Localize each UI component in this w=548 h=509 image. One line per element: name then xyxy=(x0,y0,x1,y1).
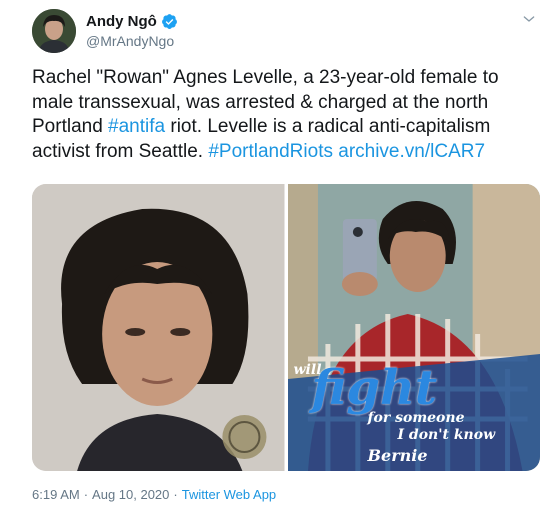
author-handle[interactable]: @MrAndyNgo xyxy=(86,33,174,49)
tweet-meta: 6:19 AM · Aug 10, 2020 · Twitter Web App xyxy=(32,487,276,502)
avatar[interactable] xyxy=(32,9,76,53)
tweet-text: Rachel "Rowan" Agnes Levelle, a 23-year-… xyxy=(32,66,538,164)
tweet: Andy Ngô @MrAndyNgo Rachel "Rowan" Agnes… xyxy=(0,0,548,509)
meta-separator: · xyxy=(173,487,178,502)
media-photo-1[interactable] xyxy=(32,184,285,471)
overlay-text-for-someone: for someone xyxy=(367,410,465,426)
chevron-down-icon xyxy=(523,16,535,22)
hashtag-antifa-link[interactable]: #antifa xyxy=(108,116,165,137)
overlay-text-fight: fight xyxy=(311,360,438,416)
archive-link[interactable]: archive.vn/lCAR7 xyxy=(338,141,485,162)
meta-separator: · xyxy=(83,487,89,502)
hashtag-portlandriots-link[interactable]: #PortlandRiots xyxy=(208,141,333,162)
verified-badge-icon xyxy=(161,13,178,30)
author-display-name[interactable]: Andy Ngô xyxy=(86,13,178,30)
overlay-text-i-dont-know: I don't know xyxy=(397,427,496,443)
more-options-button[interactable] xyxy=(518,8,540,30)
tweet-media: will fight for someone I don't know Bern… xyxy=(32,184,540,471)
overlay-text-bernie: Bernie xyxy=(367,446,428,465)
tweet-time[interactable]: 6:19 AM xyxy=(32,487,80,502)
author-name-text[interactable]: Andy Ngô xyxy=(86,13,157,30)
media-photo-2[interactable]: will fight for someone I don't know Bern… xyxy=(287,184,540,471)
tweet-date[interactable]: Aug 10, 2020 xyxy=(92,487,169,502)
tweet-source-app[interactable]: Twitter Web App xyxy=(182,487,276,502)
